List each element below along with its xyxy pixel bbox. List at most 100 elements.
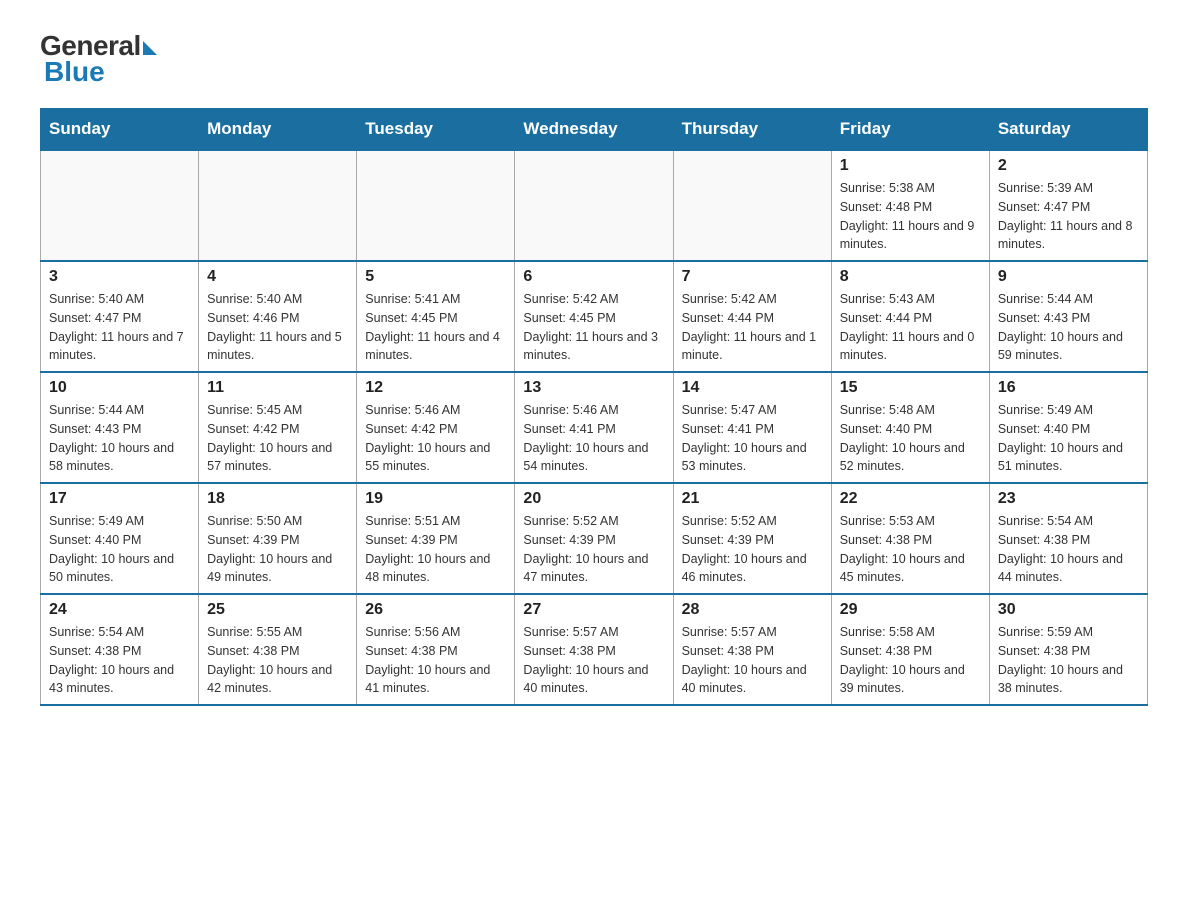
calendar-cell: 27 Sunrise: 5:57 AMSunset: 4:38 PMDayligh… [515, 594, 673, 705]
calendar-cell [673, 150, 831, 261]
day-info: Sunrise: 5:42 AMSunset: 4:44 PMDaylight:… [682, 290, 823, 365]
weekday-header-monday: Monday [199, 109, 357, 151]
day-info: Sunrise: 5:50 AMSunset: 4:39 PMDaylight:… [207, 512, 348, 587]
day-info: Sunrise: 5:59 AMSunset: 4:38 PMDaylight:… [998, 623, 1139, 698]
day-info: Sunrise: 5:56 AMSunset: 4:38 PMDaylight:… [365, 623, 506, 698]
day-info: Sunrise: 5:53 AMSunset: 4:38 PMDaylight:… [840, 512, 981, 587]
calendar-cell [41, 150, 199, 261]
day-info: Sunrise: 5:57 AMSunset: 4:38 PMDaylight:… [523, 623, 664, 698]
day-number: 18 [207, 490, 348, 508]
calendar-week-3: 10 Sunrise: 5:44 AMSunset: 4:43 PMDayligh… [41, 372, 1148, 483]
day-number: 27 [523, 601, 664, 619]
day-number: 12 [365, 379, 506, 397]
day-info: Sunrise: 5:52 AMSunset: 4:39 PMDaylight:… [682, 512, 823, 587]
day-info: Sunrise: 5:42 AMSunset: 4:45 PMDaylight:… [523, 290, 664, 365]
calendar-cell: 24 Sunrise: 5:54 AMSunset: 4:38 PMDayligh… [41, 594, 199, 705]
calendar-cell: 4 Sunrise: 5:40 AMSunset: 4:46 PMDaylight… [199, 261, 357, 372]
day-number: 10 [49, 379, 190, 397]
day-number: 25 [207, 601, 348, 619]
weekday-header-friday: Friday [831, 109, 989, 151]
calendar-cell: 9Sunrise: 5:44 AMSunset: 4:43 PMDaylight… [989, 261, 1147, 372]
weekday-header-saturday: Saturday [989, 109, 1147, 151]
calendar-cell: 14Sunrise: 5:47 AMSunset: 4:41 PMDayligh… [673, 372, 831, 483]
calendar-cell: 18 Sunrise: 5:50 AMSunset: 4:39 PMDayligh… [199, 483, 357, 594]
calendar-cell [199, 150, 357, 261]
calendar-week-1: 1 Sunrise: 5:38 AMSunset: 4:48 PMDaylight… [41, 150, 1148, 261]
logo-blue-text: Blue [44, 56, 105, 88]
calendar-cell: 23 Sunrise: 5:54 AMSunset: 4:38 PMDayligh… [989, 483, 1147, 594]
day-number: 7 [682, 268, 823, 286]
day-number: 16 [998, 379, 1139, 397]
day-info: Sunrise: 5:41 AMSunset: 4:45 PMDaylight:… [365, 290, 506, 365]
calendar-cell: 29 Sunrise: 5:58 AMSunset: 4:38 PMDayligh… [831, 594, 989, 705]
day-info: Sunrise: 5:43 AMSunset: 4:44 PMDaylight:… [840, 290, 981, 365]
day-number: 6 [523, 268, 664, 286]
day-number: 15 [840, 379, 981, 397]
day-number: 4 [207, 268, 348, 286]
day-info: Sunrise: 5:44 AMSunset: 4:43 PMDaylight:… [49, 401, 190, 476]
day-number: 21 [682, 490, 823, 508]
calendar-cell: 21 Sunrise: 5:52 AMSunset: 4:39 PMDayligh… [673, 483, 831, 594]
day-info: Sunrise: 5:51 AMSunset: 4:39 PMDaylight:… [365, 512, 506, 587]
calendar-cell: 6 Sunrise: 5:42 AMSunset: 4:45 PMDaylight… [515, 261, 673, 372]
calendar-cell: 3 Sunrise: 5:40 AMSunset: 4:47 PMDaylight… [41, 261, 199, 372]
calendar-cell: 20 Sunrise: 5:52 AMSunset: 4:39 PMDayligh… [515, 483, 673, 594]
calendar-cell: 15 Sunrise: 5:48 AMSunset: 4:40 PMDayligh… [831, 372, 989, 483]
calendar-cell: 2 Sunrise: 5:39 AMSunset: 4:47 PMDaylight… [989, 150, 1147, 261]
day-number: 29 [840, 601, 981, 619]
day-info: Sunrise: 5:40 AMSunset: 4:46 PMDaylight:… [207, 290, 348, 365]
calendar-week-2: 3 Sunrise: 5:40 AMSunset: 4:47 PMDaylight… [41, 261, 1148, 372]
calendar-cell: 5Sunrise: 5:41 AMSunset: 4:45 PMDaylight… [357, 261, 515, 372]
calendar-cell: 25 Sunrise: 5:55 AMSunset: 4:38 PMDayligh… [199, 594, 357, 705]
page-header: General Blue [40, 30, 1148, 88]
day-info: Sunrise: 5:48 AMSunset: 4:40 PMDaylight:… [840, 401, 981, 476]
day-info: Sunrise: 5:46 AMSunset: 4:41 PMDaylight:… [523, 401, 664, 476]
day-info: Sunrise: 5:54 AMSunset: 4:38 PMDaylight:… [998, 512, 1139, 587]
day-number: 22 [840, 490, 981, 508]
day-info: Sunrise: 5:55 AMSunset: 4:38 PMDaylight:… [207, 623, 348, 698]
calendar-table: SundayMondayTuesdayWednesdayThursdayFrid… [40, 108, 1148, 706]
calendar-cell: 30 Sunrise: 5:59 AMSunset: 4:38 PMDayligh… [989, 594, 1147, 705]
weekday-header-row: SundayMondayTuesdayWednesdayThursdayFrid… [41, 109, 1148, 151]
calendar-cell: 22 Sunrise: 5:53 AMSunset: 4:38 PMDayligh… [831, 483, 989, 594]
day-info: Sunrise: 5:54 AMSunset: 4:38 PMDaylight:… [49, 623, 190, 698]
day-info: Sunrise: 5:45 AMSunset: 4:42 PMDaylight:… [207, 401, 348, 476]
day-number: 1 [840, 157, 981, 175]
day-number: 3 [49, 268, 190, 286]
calendar-week-5: 24 Sunrise: 5:54 AMSunset: 4:38 PMDayligh… [41, 594, 1148, 705]
calendar-cell: 19 Sunrise: 5:51 AMSunset: 4:39 PMDayligh… [357, 483, 515, 594]
day-number: 20 [523, 490, 664, 508]
day-number: 28 [682, 601, 823, 619]
calendar-cell: 11Sunrise: 5:45 AMSunset: 4:42 PMDayligh… [199, 372, 357, 483]
calendar-cell: 16Sunrise: 5:49 AMSunset: 4:40 PMDayligh… [989, 372, 1147, 483]
weekday-header-thursday: Thursday [673, 109, 831, 151]
day-info: Sunrise: 5:57 AMSunset: 4:38 PMDaylight:… [682, 623, 823, 698]
calendar-cell: 8 Sunrise: 5:43 AMSunset: 4:44 PMDaylight… [831, 261, 989, 372]
day-number: 30 [998, 601, 1139, 619]
calendar-cell: 13Sunrise: 5:46 AMSunset: 4:41 PMDayligh… [515, 372, 673, 483]
day-number: 26 [365, 601, 506, 619]
day-info: Sunrise: 5:38 AMSunset: 4:48 PMDaylight:… [840, 179, 981, 254]
calendar-cell: 12 Sunrise: 5:46 AMSunset: 4:42 PMDayligh… [357, 372, 515, 483]
day-number: 8 [840, 268, 981, 286]
day-info: Sunrise: 5:49 AMSunset: 4:40 PMDaylight:… [49, 512, 190, 587]
day-info: Sunrise: 5:52 AMSunset: 4:39 PMDaylight:… [523, 512, 664, 587]
day-info: Sunrise: 5:44 AMSunset: 4:43 PMDaylight:… [998, 290, 1139, 365]
day-number: 23 [998, 490, 1139, 508]
day-info: Sunrise: 5:46 AMSunset: 4:42 PMDaylight:… [365, 401, 506, 476]
day-info: Sunrise: 5:58 AMSunset: 4:38 PMDaylight:… [840, 623, 981, 698]
calendar-cell: 1 Sunrise: 5:38 AMSunset: 4:48 PMDaylight… [831, 150, 989, 261]
day-info: Sunrise: 5:40 AMSunset: 4:47 PMDaylight:… [49, 290, 190, 365]
day-number: 19 [365, 490, 506, 508]
day-info: Sunrise: 5:39 AMSunset: 4:47 PMDaylight:… [998, 179, 1139, 254]
day-number: 2 [998, 157, 1139, 175]
day-number: 24 [49, 601, 190, 619]
calendar-cell: 17 Sunrise: 5:49 AMSunset: 4:40 PMDayligh… [41, 483, 199, 594]
day-number: 14 [682, 379, 823, 397]
logo-triangle-icon [143, 41, 157, 55]
calendar-cell: 10 Sunrise: 5:44 AMSunset: 4:43 PMDayligh… [41, 372, 199, 483]
day-number: 17 [49, 490, 190, 508]
calendar-cell: 26 Sunrise: 5:56 AMSunset: 4:38 PMDayligh… [357, 594, 515, 705]
calendar-cell [357, 150, 515, 261]
logo: General Blue [40, 30, 157, 88]
